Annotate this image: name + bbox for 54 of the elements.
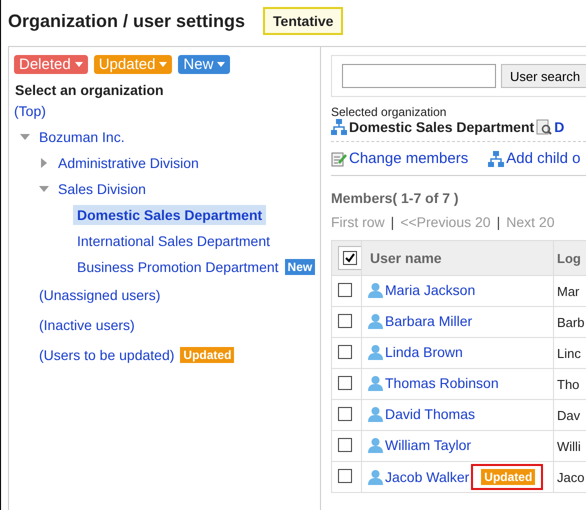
tree-item[interactable]: Domestic Sales Department: [73, 205, 266, 225]
pager-separator: |: [496, 214, 500, 230]
tree-item[interactable]: (Users to be updated): [35, 345, 178, 365]
magnifier-page-icon[interactable]: [536, 119, 552, 135]
checkbox[interactable]: [338, 468, 352, 482]
action-link[interactable]: Change members: [331, 150, 468, 167]
user-icon: [368, 374, 383, 390]
tree-heading: Select an organization: [15, 82, 165, 98]
column-header: User name: [362, 240, 554, 276]
checkbox[interactable]: [338, 314, 352, 328]
search-field[interactable]: [342, 64, 496, 88]
user-icon: [368, 344, 383, 360]
org-chart-icon: [331, 119, 347, 135]
checkbox[interactable]: [338, 376, 352, 390]
members-heading: Members( 1-7 of 7 ): [331, 190, 460, 206]
user-icon: [368, 469, 383, 485]
user-icon: [368, 282, 383, 298]
org-chart-icon: [488, 150, 504, 166]
user-icon: [368, 436, 383, 452]
status-badge: Updated: [180, 347, 234, 363]
checkbox[interactable]: [338, 282, 352, 296]
column-header: Log: [554, 240, 586, 276]
detail-link[interactable]: D: [554, 119, 564, 135]
tree-item[interactable]: Bozuman Inc.: [35, 127, 129, 147]
tree-item[interactable]: (Unassigned users): [35, 285, 164, 305]
top-link[interactable]: (Top): [14, 101, 50, 121]
page-title: Organization / user settings: [8, 10, 246, 32]
caret-icon[interactable]: [74, 62, 83, 67]
status-badge: Tentative: [263, 7, 344, 35]
status-badge: Updated: [481, 469, 536, 485]
user-icon: [368, 312, 383, 328]
tree-item[interactable]: Business Promotion Department: [73, 257, 283, 277]
user-link[interactable]: Jacob Walker: [383, 469, 470, 485]
checkbox[interactable]: [343, 251, 357, 265]
edit-note-icon: [331, 150, 347, 166]
user-search-button[interactable]: User search: [501, 64, 586, 88]
expanded-arrow-icon[interactable]: [20, 132, 30, 142]
tree-item[interactable]: Administrative Division: [54, 153, 203, 173]
collapsed-arrow-icon[interactable]: [39, 158, 49, 168]
tree-item[interactable]: Sales Division: [54, 179, 150, 199]
checkbox[interactable]: [338, 406, 352, 420]
selected-organization-caption: Selected organization: [331, 105, 448, 119]
tree-item[interactable]: (Inactive users): [35, 315, 139, 335]
caret-icon[interactable]: [217, 62, 226, 67]
action-link[interactable]: Add child o: [488, 150, 580, 167]
user-icon: [368, 406, 383, 422]
checkbox[interactable]: [338, 438, 352, 452]
organization-name: Domestic Sales Department: [349, 119, 534, 135]
tree-item[interactable]: International Sales Department: [73, 231, 274, 251]
checkbox[interactable]: [338, 344, 352, 358]
expanded-arrow-icon[interactable]: [39, 184, 49, 194]
pager-separator: |: [390, 214, 394, 230]
filter-dropdown-button[interactable]: New: [178, 55, 230, 74]
status-badge: New: [284, 259, 316, 275]
